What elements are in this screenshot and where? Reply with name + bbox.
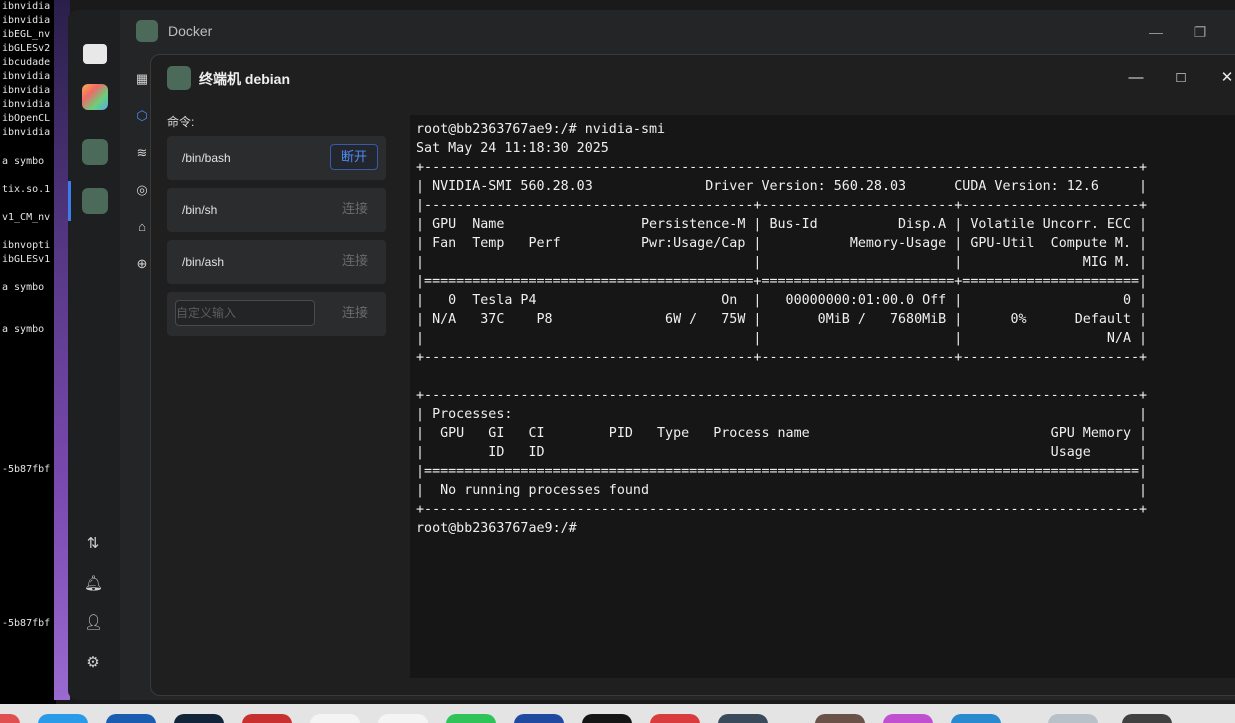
connect-button[interactable]: 连接 [332, 248, 378, 274]
dock-app[interactable] [582, 714, 632, 723]
dialog-minimize-button[interactable]: — [1125, 68, 1147, 88]
app-rail: ⇅ 🔔︎ 👤︎ ⚙ [68, 10, 120, 700]
bg-term-line: ibEGL_nv [2, 29, 51, 40]
globe-icon[interactable]: ⊕ [135, 257, 149, 271]
docker-window-title: Docker [168, 23, 213, 39]
command-item[interactable]: /bin/sh 连接 [167, 188, 386, 232]
layers-icon[interactable]: ≋ [135, 146, 149, 160]
docker-logo-icon [136, 20, 158, 42]
connect-button[interactable]: 连接 [332, 196, 378, 222]
bg-term-line: ibOpenCL [2, 113, 51, 124]
dock [0, 704, 1235, 723]
dock-app[interactable] [718, 714, 768, 723]
bg-term-line: a symbo [2, 282, 45, 293]
bg-term-line: ibnvopti [2, 240, 51, 251]
bg-term-line: ibnvidia [2, 71, 51, 82]
dialog-maximize-button[interactable]: □ [1170, 68, 1192, 88]
bg-term-line: a symbo [2, 156, 45, 167]
monitor-icon[interactable] [83, 44, 107, 64]
bg-term-line: ibnvidia [2, 85, 51, 96]
disconnect-button[interactable]: 断开 [330, 144, 378, 170]
bell-icon[interactable]: 🔔︎ [84, 575, 103, 593]
grid-icon[interactable]: ▦ [135, 72, 149, 86]
bg-term-line: ibGLESv1 [2, 254, 51, 265]
bg-term-line: ibnvidia [2, 15, 51, 26]
dock-app[interactable] [242, 714, 292, 723]
custom-connect-button[interactable]: 连接 [332, 300, 378, 326]
dock-app[interactable] [0, 714, 20, 723]
dock-app[interactable] [650, 714, 700, 723]
bg-term-line: ibGLESv2 [2, 43, 51, 54]
dock-app[interactable] [514, 714, 564, 723]
docker-minimize-button[interactable]: — [1146, 22, 1166, 42]
bg-term-line: -5b87fbf [2, 464, 51, 475]
bg-term-line: ibnvidia [2, 1, 51, 12]
dock-app[interactable] [1122, 714, 1172, 723]
dock-app[interactable] [1048, 714, 1098, 723]
bg-term-line: ibnvidia [2, 99, 51, 110]
custom-command-row: 连接 [167, 292, 386, 336]
dock-app[interactable] [174, 714, 224, 723]
bg-term-line: v1_CM_nv [2, 212, 51, 223]
dock-app[interactable] [38, 714, 88, 723]
terminal-app-icon[interactable] [82, 188, 108, 214]
terminal-output[interactable]: root@bb2363767ae9:/# nvidia-smi Sat May … [410, 115, 1235, 678]
gear-icon[interactable]: ⚙ [84, 654, 102, 672]
command-name: /bin/bash [182, 151, 231, 165]
dock-app[interactable] [883, 714, 933, 723]
background-terminal: ibnvidia ibnvidia ibEGL_nv ibGLESv2 ibcu… [0, 0, 56, 723]
dialog-close-button[interactable]: ✕ [1216, 68, 1235, 88]
dock-app[interactable] [951, 714, 1001, 723]
cube-icon[interactable]: ⬡ [135, 109, 149, 123]
command-label: 命令: [167, 115, 195, 129]
bg-term-line: ibcudade [2, 57, 51, 68]
command-name: /bin/sh [182, 203, 218, 217]
dock-app[interactable] [106, 714, 156, 723]
dialog-title: 终端机 debian [199, 71, 291, 87]
docker-nav: ▦ ⬡ ≋ ◎ ⌂ ⊕ [120, 52, 148, 700]
home-icon[interactable]: ⌂ [135, 220, 149, 234]
bg-term-line: tix.so.1 [2, 184, 51, 195]
terminal-dialog: 终端机 debian — □ ✕ 命令: /bin/bash 断开 /bin/s… [150, 54, 1235, 696]
bg-term-line: a symbo [2, 324, 45, 335]
custom-command-input[interactable] [175, 300, 315, 326]
bg-term-line: -5b87fbf [2, 618, 51, 629]
dock-app[interactable] [310, 714, 360, 723]
app-center-icon[interactable] [82, 84, 108, 110]
active-indicator [68, 181, 71, 221]
docker-app-icon[interactable] [82, 139, 108, 165]
docker-restore-button[interactable]: ❐ [1190, 22, 1210, 42]
terminal-text: root@bb2363767ae9:/# nvidia-smi Sat May … [416, 122, 1148, 536]
dock-app[interactable] [378, 714, 428, 723]
command-name: /bin/ash [182, 255, 225, 269]
command-item[interactable]: /bin/bash 断开 [167, 136, 386, 180]
disk-icon[interactable]: ◎ [135, 183, 149, 197]
bg-term-line: ibnvidia [2, 127, 51, 138]
command-item[interactable]: /bin/ash 连接 [167, 240, 386, 284]
transfer-icon[interactable]: ⇅ [84, 535, 102, 553]
dock-app[interactable] [815, 714, 865, 723]
dock-app[interactable] [446, 714, 496, 723]
user-icon[interactable]: 👤︎ [84, 614, 103, 632]
container-logo-icon [167, 66, 191, 90]
